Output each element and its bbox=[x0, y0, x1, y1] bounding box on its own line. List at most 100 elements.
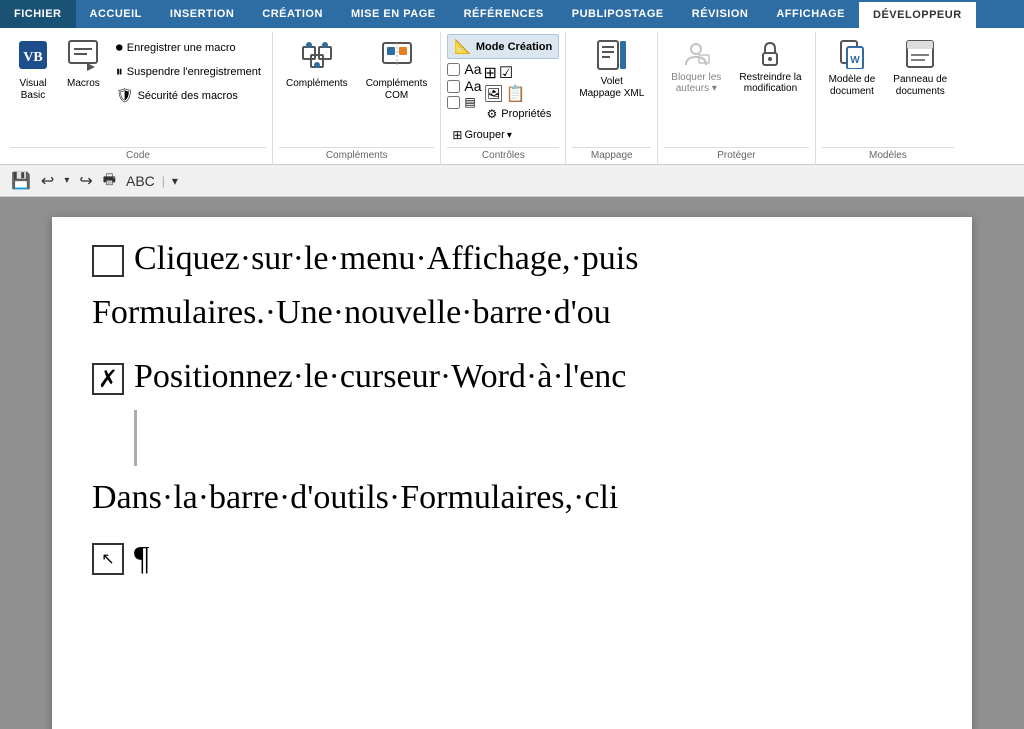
bloquer-auteurs-icon bbox=[681, 39, 711, 72]
complements-group-label: Compléments bbox=[279, 147, 434, 164]
doc-line-1: Cliquez·sur·le·menu·Affichage,·puis bbox=[92, 237, 932, 281]
restreindre-icon bbox=[755, 39, 785, 72]
modele-document-label: Modèle dedocument bbox=[829, 74, 876, 98]
doc-line-2: Formulaires.·Une·nouvelle·barre·d'ou bbox=[92, 291, 932, 335]
modele-document-icon: W bbox=[837, 39, 867, 72]
code-small-buttons: ⏺ Enregistrer une macro ⏸ Suspendre l'en… bbox=[111, 34, 266, 107]
ctrl-btn-c[interactable]: 🖼 bbox=[484, 84, 504, 104]
ribbon-group-mappage: VoletMappage XML Mappage bbox=[566, 32, 658, 164]
grouper-dropdown-icon: ▾ bbox=[507, 130, 512, 141]
ribbon-group-code: VB VisualBasic Macros bbox=[4, 32, 273, 164]
suspendre-enregistrement-button[interactable]: ⏸ Suspendre l'enregistrement bbox=[111, 60, 266, 83]
tab-fichier[interactable]: FICHIER bbox=[0, 0, 76, 28]
pause-icon: ⏸ bbox=[116, 63, 123, 80]
doc-indent-box bbox=[134, 410, 932, 466]
complements-com-button[interactable]: ComplémentsCOM bbox=[359, 34, 435, 107]
record-icon: ⏺ bbox=[116, 39, 123, 56]
ctrl-icon-1: Aa bbox=[464, 61, 481, 77]
panneau-documents-button[interactable]: Panneau dedocuments bbox=[886, 34, 954, 103]
doc-line-3: ✗ Positionnez·le·curseur·Word·à·l'enc bbox=[92, 355, 932, 399]
doc-text-2: Formulaires.·Une·nouvelle·barre·d'ou bbox=[92, 294, 611, 331]
control-checkbox-1[interactable] bbox=[447, 63, 460, 76]
controles-group-label: Contrôles bbox=[447, 147, 559, 164]
mode-creation-icon: 📐 bbox=[454, 38, 471, 55]
checkbox-checked-1: ✗ bbox=[92, 363, 124, 395]
proteger-group-label: Protéger bbox=[664, 147, 808, 164]
doc-text-4: Dans·la·barre·d'outils·Formulaires,·cli bbox=[92, 479, 618, 516]
checkbox-cursor: ↖ bbox=[92, 543, 124, 575]
proprietes-button[interactable]: ⚙ Propriétés bbox=[484, 105, 555, 123]
mode-creation-button[interactable]: 📐 Mode Création bbox=[447, 34, 559, 59]
macros-button[interactable]: Macros bbox=[60, 34, 107, 95]
checkbox-row-2: Aa bbox=[447, 78, 481, 94]
undo-dropdown-qa-button[interactable]: ▾ bbox=[61, 173, 72, 188]
redo-qa-button[interactable]: ↪ bbox=[76, 169, 95, 193]
bloquer-auteurs-button[interactable]: Bloquer lesauteurs ▾ bbox=[664, 34, 728, 99]
control-checkbox-3[interactable] bbox=[447, 96, 460, 109]
doc-text-3: Positionnez·le·curseur·Word·à·l'enc bbox=[134, 355, 626, 399]
visual-basic-button[interactable]: VB VisualBasic bbox=[10, 34, 56, 107]
more-qa-button[interactable]: ▾ bbox=[169, 172, 181, 190]
svg-text:VB: VB bbox=[23, 50, 42, 65]
undo-qa-button[interactable]: ↩ bbox=[38, 169, 57, 193]
modele-document-button[interactable]: W Modèle dedocument bbox=[822, 34, 883, 103]
tab-accueil[interactable]: ACCUEIL bbox=[76, 0, 156, 28]
ctrl-btn-b[interactable]: ☑ bbox=[499, 63, 513, 83]
save-qa-button[interactable]: 💾 bbox=[8, 169, 34, 193]
spellcheck-qa-button[interactable]: ABC bbox=[123, 171, 158, 191]
volet-mappage-button[interactable]: VoletMappage XML bbox=[572, 34, 651, 105]
separator-qa: | bbox=[162, 174, 165, 188]
volet-mappage-label: VoletMappage XML bbox=[579, 76, 644, 100]
grouper-icon: ⊞ bbox=[452, 128, 462, 142]
visual-basic-icon: VB bbox=[17, 39, 49, 76]
grouper-button[interactable]: ⊞ Grouper ▾ bbox=[447, 125, 516, 145]
ctrl-icon-2: Aa bbox=[464, 78, 481, 94]
cursor-in-box: ↖ bbox=[101, 549, 114, 569]
complements-com-icon bbox=[381, 39, 413, 76]
doc-text-1: Cliquez·sur·le·menu·Affichage,·puis bbox=[134, 237, 638, 281]
tab-insertion[interactable]: INSERTION bbox=[156, 0, 248, 28]
restreindre-modification-button[interactable]: Restreindre lamodification bbox=[732, 34, 808, 99]
mappage-group-label: Mappage bbox=[572, 147, 651, 164]
ctrl-btn-a[interactable]: ⊞ bbox=[484, 63, 497, 83]
checkbox-empty-1 bbox=[92, 245, 124, 277]
macros-icon bbox=[67, 39, 99, 76]
tab-miseenpage[interactable]: MISE EN PAGE bbox=[337, 0, 450, 28]
tab-developpeur[interactable]: DÉVELOPPEUR bbox=[859, 0, 976, 28]
complements-label: Compléments bbox=[286, 78, 348, 90]
securite-macros-button[interactable]: 🛡 Sécurité des macros bbox=[111, 84, 266, 107]
control-checkbox-2[interactable] bbox=[447, 80, 460, 93]
bloquer-auteurs-label: Bloquer lesauteurs ▾ bbox=[671, 72, 721, 94]
restreindre-modification-label: Restreindre lamodification bbox=[739, 72, 801, 94]
doc-line-4: Dans·la·barre·d'outils·Formulaires,·cli bbox=[92, 476, 932, 520]
enregistrer-macro-button[interactable]: ⏺ Enregistrer une macro bbox=[111, 36, 266, 59]
pilcrow-symbol: ¶ bbox=[134, 540, 149, 578]
doc-line-5: ↖ ¶ bbox=[92, 540, 932, 578]
visual-basic-label: VisualBasic bbox=[19, 78, 46, 102]
ribbon-group-complements: Compléments ComplémentsCOM Compléments bbox=[273, 32, 441, 164]
quick-access-toolbar: 💾 ↩ ▾ ↪ 🖶 ABC | ▾ bbox=[0, 165, 1024, 197]
tab-bar: FICHIER ACCUEIL INSERTION CRÉATION MISE … bbox=[0, 0, 1024, 28]
ctrl-btn-d[interactable]: 📋 bbox=[506, 84, 526, 104]
complements-icon bbox=[301, 39, 333, 76]
checkbox-row-1: Aa bbox=[447, 61, 481, 77]
svg-text:W: W bbox=[850, 55, 860, 66]
print-qa-button[interactable]: 🖶 bbox=[100, 167, 119, 195]
tab-publipostage[interactable]: PUBLIPOSTAGE bbox=[558, 0, 678, 28]
code-group-label: Code bbox=[10, 147, 266, 164]
ribbon-group-proteger: Bloquer lesauteurs ▾ Restreindre lamodif… bbox=[658, 32, 815, 164]
tab-revision[interactable]: RÉVISION bbox=[678, 0, 763, 28]
ribbon-group-controles: 📐 Mode Création Aa Aa ▤ bbox=[441, 32, 566, 164]
checkbox-row-3: ▤ bbox=[447, 95, 481, 109]
ribbon-group-modeles: W Modèle dedocument Panneau dedocuments … bbox=[816, 32, 961, 164]
panneau-documents-icon bbox=[905, 39, 935, 72]
security-icon: 🛡 bbox=[116, 87, 134, 104]
ribbon: VB VisualBasic Macros bbox=[0, 28, 1024, 165]
document-page: Cliquez·sur·le·menu·Affichage,·puis Form… bbox=[52, 217, 972, 729]
complements-com-label: ComplémentsCOM bbox=[366, 78, 428, 102]
tab-creation[interactable]: CRÉATION bbox=[248, 0, 337, 28]
tab-affichage[interactable]: AFFICHAGE bbox=[762, 0, 859, 28]
volet-mappage-icon bbox=[596, 39, 628, 74]
complements-button[interactable]: Compléments bbox=[279, 34, 355, 95]
tab-references[interactable]: RÉFÉRENCES bbox=[450, 0, 558, 28]
